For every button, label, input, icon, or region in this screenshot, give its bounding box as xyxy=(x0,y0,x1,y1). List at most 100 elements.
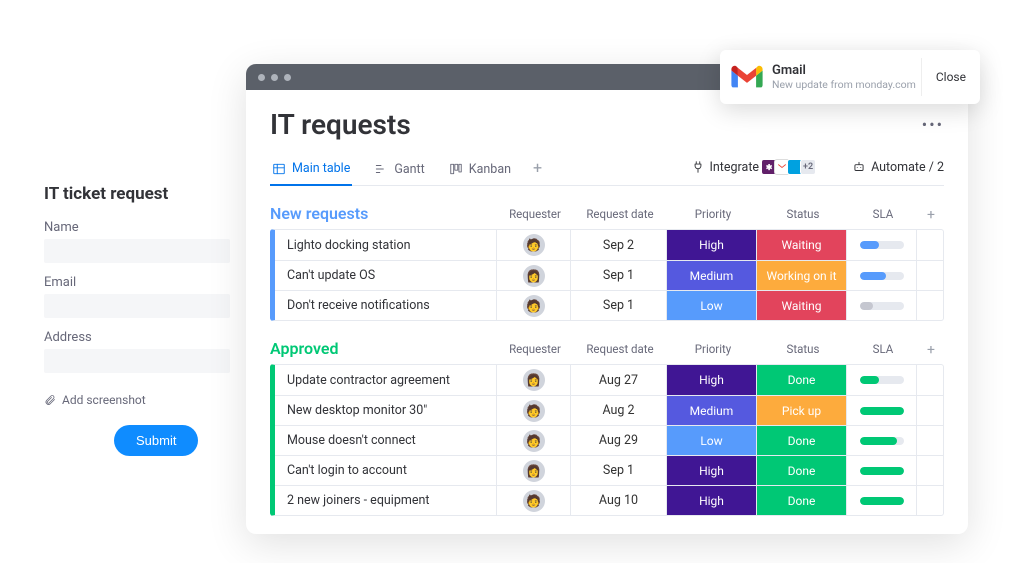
notification-subtitle: New update from monday.com xyxy=(772,78,921,91)
integrate-icon xyxy=(691,160,705,174)
status-cell[interactable]: Done xyxy=(757,486,847,515)
request-date-cell[interactable]: Sep 1 xyxy=(571,261,667,290)
email-input[interactable] xyxy=(44,294,230,318)
view-tab-label: Main table xyxy=(292,161,350,176)
priority-pill: High xyxy=(667,365,756,395)
add-column-button[interactable]: + xyxy=(918,207,944,223)
request-date-cell[interactable]: Sep 1 xyxy=(571,456,667,485)
task-name-cell[interactable]: Can't login to account xyxy=(275,456,497,485)
view-tab-kanban[interactable]: Kanban xyxy=(447,156,513,185)
request-date-cell[interactable]: Sep 2 xyxy=(571,230,667,260)
column-header-requester[interactable]: Requester xyxy=(498,342,572,358)
row-extra-cell xyxy=(917,456,943,485)
integrate-more-count: +2 xyxy=(800,159,816,175)
task-row[interactable]: Update contractor agreement👩Aug 27HighDo… xyxy=(275,365,943,395)
status-cell[interactable]: Waiting xyxy=(757,230,847,260)
requester-cell[interactable]: 🧑 xyxy=(497,426,571,455)
priority-cell[interactable]: High xyxy=(667,456,757,485)
submit-button[interactable]: Submit xyxy=(114,425,198,456)
automate-button[interactable]: Automate / 2 xyxy=(852,160,944,181)
column-header-priority[interactable]: Priority xyxy=(668,342,758,358)
priority-cell[interactable]: High xyxy=(667,486,757,515)
row-extra-cell xyxy=(917,261,943,290)
sla-cell[interactable] xyxy=(847,486,917,515)
task-row[interactable]: Lighto docking station🧑Sep 2HighWaiting xyxy=(275,230,943,260)
sla-cell[interactable] xyxy=(847,365,917,395)
priority-cell[interactable]: Low xyxy=(667,291,757,320)
requester-cell[interactable]: 🧑 xyxy=(497,291,571,320)
notification-close-button[interactable]: Close xyxy=(921,58,980,96)
row-extra-cell xyxy=(917,396,943,425)
status-pill: Waiting xyxy=(757,230,846,260)
view-tab-gantt[interactable]: Gantt xyxy=(372,156,426,185)
group-title[interactable]: Approved xyxy=(270,339,339,358)
status-cell[interactable]: Done xyxy=(757,426,847,455)
priority-cell[interactable]: High xyxy=(667,230,757,260)
request-date-cell[interactable]: Aug 29 xyxy=(571,426,667,455)
row-extra-cell xyxy=(917,365,943,395)
robot-icon xyxy=(852,160,866,174)
group-title[interactable]: New requests xyxy=(270,204,368,223)
status-cell[interactable]: Waiting xyxy=(757,291,847,320)
column-header-priority[interactable]: Priority xyxy=(668,207,758,223)
task-name-cell[interactable]: Lighto docking station xyxy=(275,230,497,260)
board-title: IT requests xyxy=(270,108,411,141)
task-row[interactable]: 2 new joiners - equipment🧑Aug 10HighDone xyxy=(275,485,943,515)
integrate-button[interactable]: Integrate ✱ +2 xyxy=(691,159,817,181)
attach-screenshot-button[interactable]: Add screenshot xyxy=(62,393,146,407)
sla-cell[interactable] xyxy=(847,291,917,320)
column-header-requester[interactable]: Requester xyxy=(498,207,572,223)
requester-cell[interactable]: 👩 xyxy=(497,365,571,395)
task-name-cell[interactable]: Mouse doesn't connect xyxy=(275,426,497,455)
requester-cell[interactable]: 👩 xyxy=(497,261,571,290)
task-row[interactable]: Mouse doesn't connect🧑Aug 29LowDone xyxy=(275,425,943,455)
gmail-icon xyxy=(730,64,764,90)
sla-cell[interactable] xyxy=(847,396,917,425)
email-label: Email xyxy=(44,275,230,290)
requester-cell[interactable]: 🧑 xyxy=(497,486,571,515)
request-date-cell[interactable]: Sep 1 xyxy=(571,291,667,320)
request-date-cell[interactable]: Aug 27 xyxy=(571,365,667,395)
priority-pill: High xyxy=(667,230,756,260)
add-column-button[interactable]: + xyxy=(918,342,944,358)
task-row[interactable]: Can't update OS👩Sep 1MediumWorking on it xyxy=(275,260,943,290)
request-date-cell[interactable]: Aug 10 xyxy=(571,486,667,515)
priority-cell[interactable]: High xyxy=(667,365,757,395)
view-tab-main-table[interactable]: Main table xyxy=(270,155,352,186)
request-date-cell[interactable]: Aug 2 xyxy=(571,396,667,425)
priority-cell[interactable]: Low xyxy=(667,426,757,455)
column-header-request-date[interactable]: Request date xyxy=(572,342,668,358)
status-cell[interactable]: Working on it xyxy=(757,261,847,290)
task-name-cell[interactable]: Don't receive notifications xyxy=(275,291,497,320)
add-view-button[interactable]: + xyxy=(533,158,542,183)
task-row[interactable]: New desktop monitor 30"🧑Aug 2MediumPick … xyxy=(275,395,943,425)
address-input[interactable] xyxy=(44,349,230,373)
status-cell[interactable]: Done xyxy=(757,456,847,485)
task-name-cell[interactable]: 2 new joiners - equipment xyxy=(275,486,497,515)
priority-cell[interactable]: Medium xyxy=(667,261,757,290)
status-cell[interactable]: Pick up xyxy=(757,396,847,425)
column-header-sla[interactable]: SLA xyxy=(848,342,918,358)
task-name-cell[interactable]: Update contractor agreement xyxy=(275,365,497,395)
status-cell[interactable]: Done xyxy=(757,365,847,395)
task-row[interactable]: Don't receive notifications🧑Sep 1LowWait… xyxy=(275,290,943,320)
column-header-sla[interactable]: SLA xyxy=(848,207,918,223)
priority-cell[interactable]: Medium xyxy=(667,396,757,425)
sla-cell[interactable] xyxy=(847,261,917,290)
task-name-cell[interactable]: New desktop monitor 30" xyxy=(275,396,497,425)
address-label: Address xyxy=(44,330,230,345)
requester-cell[interactable]: 🧑 xyxy=(497,396,571,425)
sla-cell[interactable] xyxy=(847,426,917,455)
requester-cell[interactable]: 🧑 xyxy=(497,230,571,260)
window-dot xyxy=(284,74,291,81)
task-name-cell[interactable]: Can't update OS xyxy=(275,261,497,290)
board-more-button[interactable]: ••• xyxy=(922,115,944,134)
name-input[interactable] xyxy=(44,239,230,263)
column-header-status[interactable]: Status xyxy=(758,342,848,358)
column-header-status[interactable]: Status xyxy=(758,207,848,223)
column-header-request-date[interactable]: Request date xyxy=(572,207,668,223)
task-row[interactable]: Can't login to account👩Sep 1HighDone xyxy=(275,455,943,485)
requester-cell[interactable]: 👩 xyxy=(497,456,571,485)
sla-cell[interactable] xyxy=(847,230,917,260)
sla-cell[interactable] xyxy=(847,456,917,485)
